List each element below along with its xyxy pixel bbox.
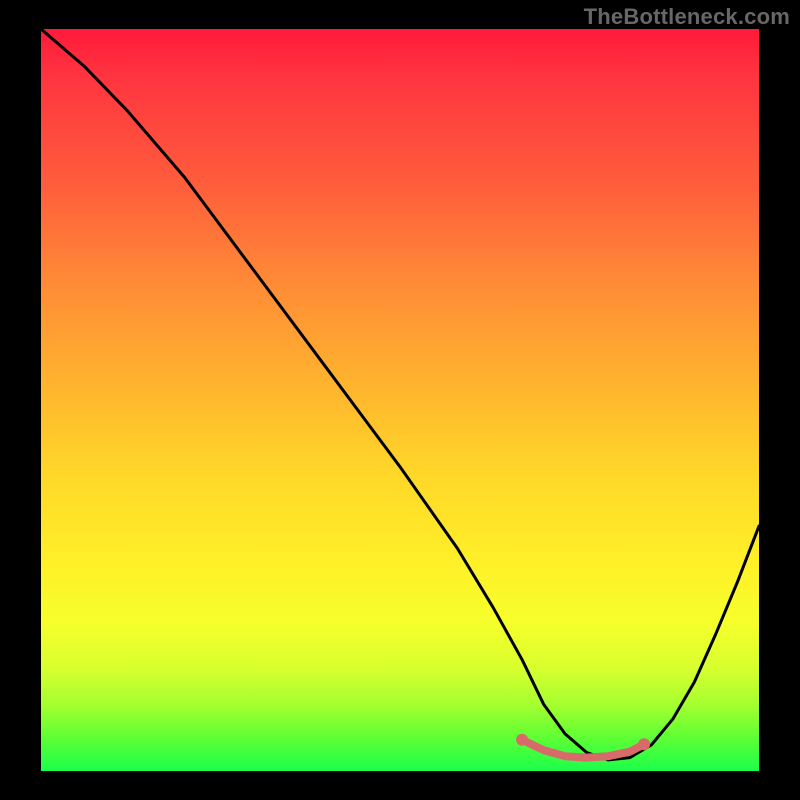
chart-frame: TheBottleneck.com — [0, 0, 800, 800]
plot-area — [41, 29, 759, 771]
chart-svg — [41, 29, 759, 771]
watermark-label: TheBottleneck.com — [584, 4, 790, 30]
curve-line — [41, 29, 759, 760]
valley-marker — [516, 734, 650, 758]
